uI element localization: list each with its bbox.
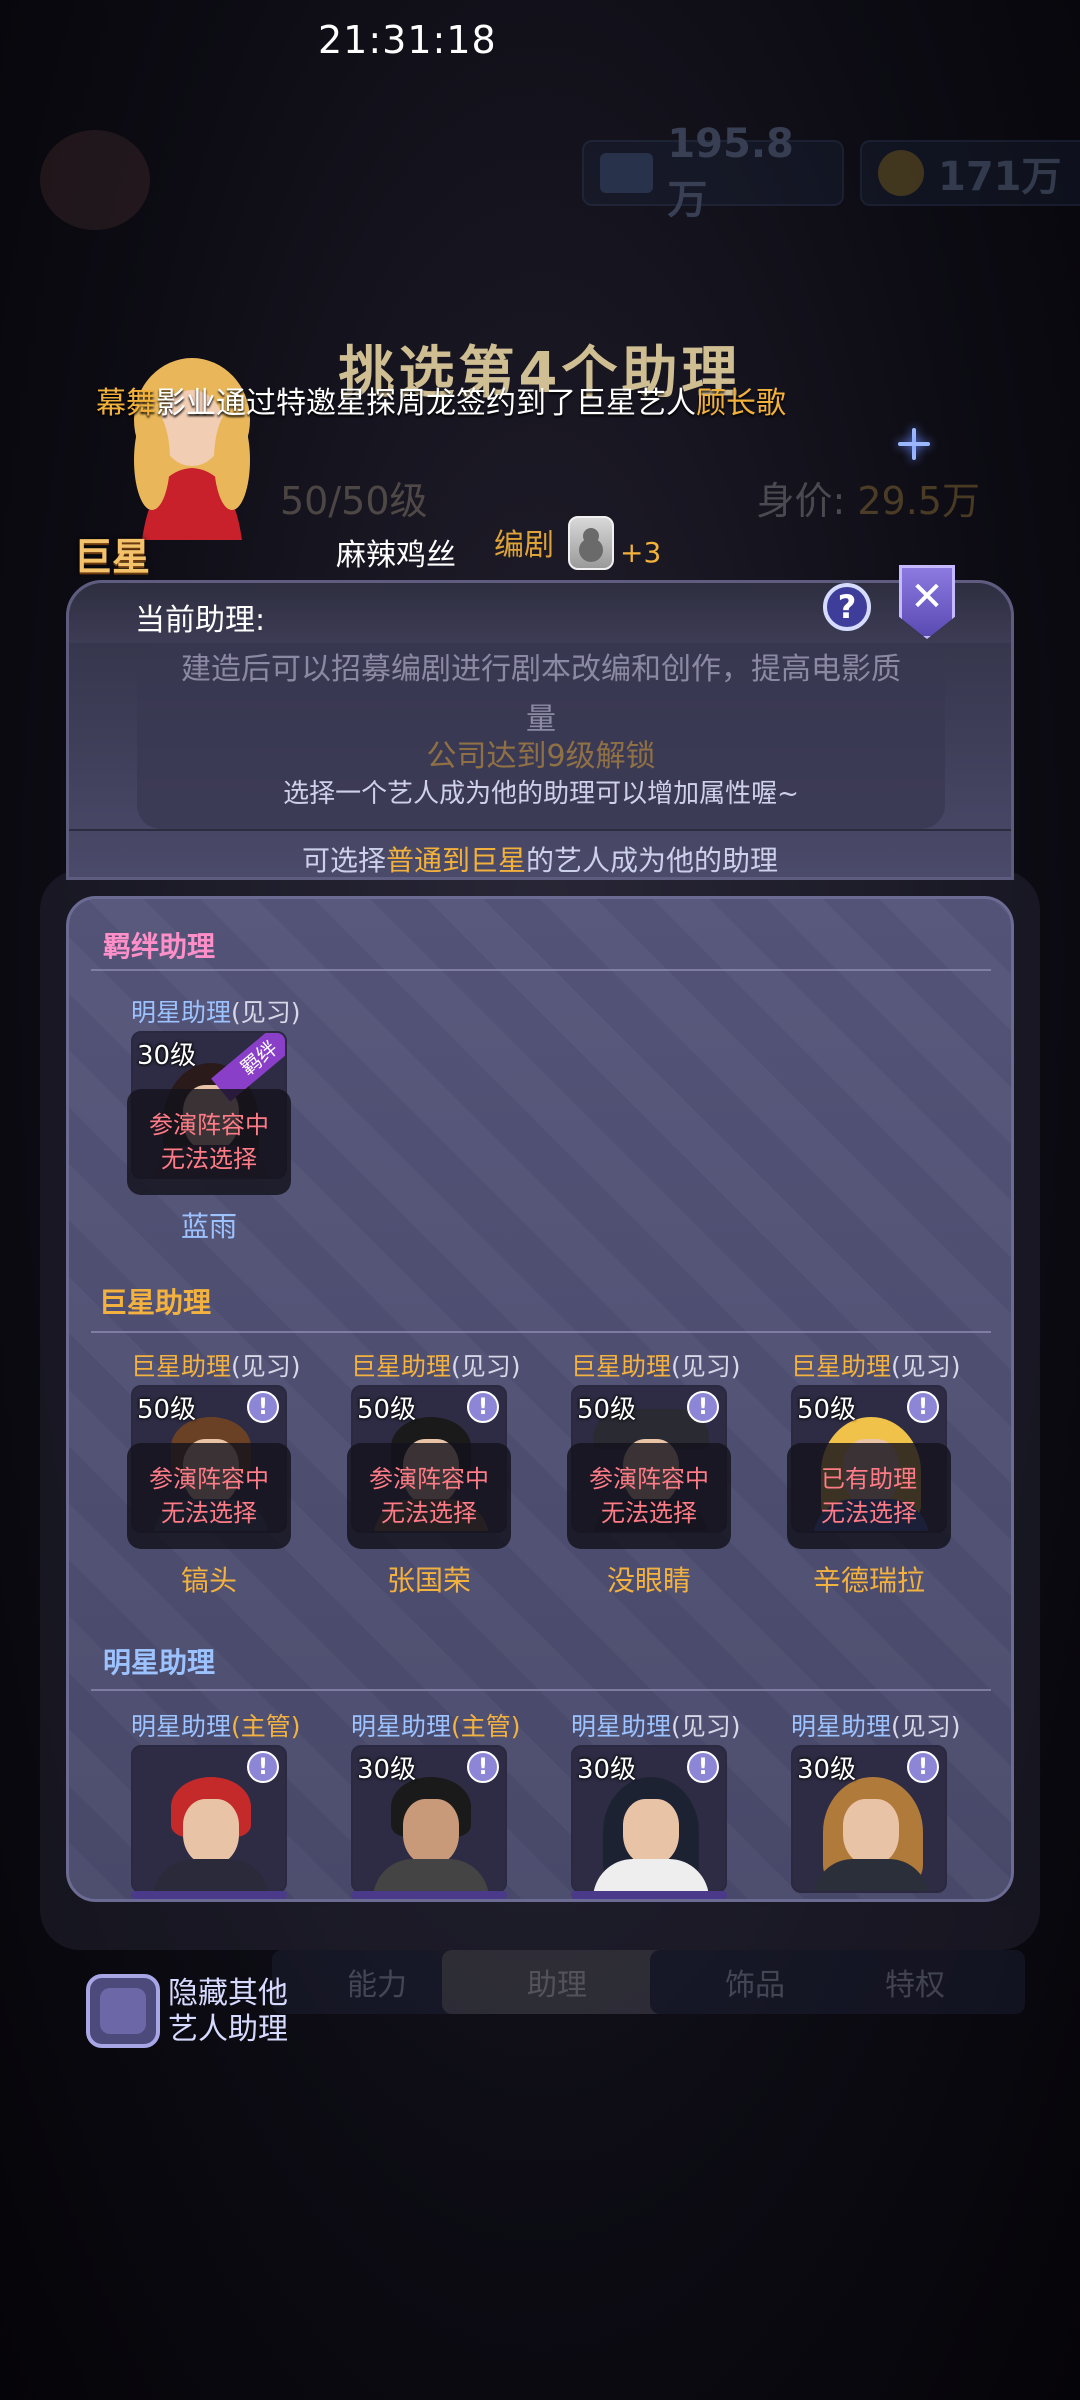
unlock-requirement: 公司达到9级解锁 <box>426 739 656 774</box>
sparkle-icon <box>898 428 930 460</box>
artist-level: 50/50级 <box>280 479 428 523</box>
unavailable-overlay: 参演阵容中 无法选择 <box>347 1443 511 1549</box>
assistant-portrait: 30级 ! <box>351 1745 507 1893</box>
section-divider <box>91 969 991 971</box>
unavailable-overlay: 参演阵容中 无法选择 <box>567 1443 731 1549</box>
section-title-superstar: 巨星助理 <box>99 1286 212 1319</box>
info-icon[interactable]: ! <box>907 1751 939 1783</box>
assistant-card[interactable]: 明星助理(见习) 30级 ! <box>571 1707 741 1899</box>
locked-slot-box: 建造后可以招募编剧进行剧本改编和创作，提高电影质量 公司达到9级解锁 选择一个艺… <box>137 643 945 829</box>
assistant-name: 没眼睛 <box>606 1564 691 1597</box>
artist-price: 身价: 29.5万 <box>756 479 980 523</box>
artist-tier: 巨星 <box>74 535 151 579</box>
current-assistant-label: 当前助理: <box>135 603 266 638</box>
assistant-card[interactable]: 明星助理(主管) 30级 ! <box>351 1707 521 1899</box>
section-divider <box>91 1331 991 1333</box>
section-title-bond: 羁绊助理 <box>103 930 216 963</box>
assistant-card[interactable]: 明星助理(主管) ! <box>131 1707 301 1899</box>
cash-icon <box>600 153 654 193</box>
banner-message: 幕舞影业通过特邀星探周龙签约到了巨星艺人顾长歌 <box>96 386 786 421</box>
gold-currency: 171万 <box>860 140 1080 206</box>
gold-icon <box>878 150 924 196</box>
hide-others-checkbox[interactable] <box>86 1974 160 2048</box>
info-icon[interactable]: ! <box>467 1751 499 1783</box>
assistant-card[interactable]: 明星助理(见习) 30级 ! <box>791 1707 961 1899</box>
assistant-card[interactable]: 巨星助理(见习) 50级 ! 参演阵容中 无法选择 没眼睛 <box>567 1347 741 1607</box>
role-badge-icon <box>568 516 614 570</box>
popup-header: 当前助理: ? ✕ 建造后可以招募编剧进行剧本改编和创作，提高电影质量 公司达到… <box>66 565 1014 880</box>
assistant-card[interactable]: 巨星助理(见习) 50级 ! 参演阵容中 无法选择 张国荣 <box>347 1347 521 1607</box>
assistant-card[interactable]: 巨星助理(见习) 50级 ! 参演阵容中 无法选择 镐头 <box>127 1347 301 1607</box>
info-icon[interactable]: ! <box>907 1391 939 1423</box>
section-title-star: 明星助理 <box>103 1646 216 1679</box>
status-time: 21:31:18 <box>318 18 497 62</box>
unavailable-overlay: 参演阵容中 无法选择 <box>127 1089 291 1195</box>
assistant-name: 麻辣鸡丝 <box>336 538 456 573</box>
help-button[interactable]: ? <box>823 583 871 631</box>
game-screen: 195.8万 171万 50/50级 身价: 29.5万 能力 助理 饰品 特权… <box>0 0 1080 2400</box>
top-bar: 195.8万 171万 <box>30 121 1080 230</box>
assistant-portrait: 30级 ! <box>791 1745 947 1893</box>
assistant-card[interactable]: 明星助理(见习) 30级 羁绊 参演阵容中 无法选择 蓝雨 <box>127 993 301 1253</box>
cash-currency: 195.8万 <box>582 121 844 223</box>
assistant-name: 镐头 <box>180 1564 237 1597</box>
section-divider <box>91 1689 991 1691</box>
info-icon[interactable]: ! <box>247 1391 279 1423</box>
range-hint: 可选择普通到巨星的艺人成为他的助理 <box>301 844 779 877</box>
info-icon[interactable]: ! <box>687 1751 719 1783</box>
assistant-list[interactable]: 羁绊助理 明星助理(见习) 30级 羁绊 参演阵容中 无法选择 蓝雨 巨星助理 … <box>66 896 1014 1902</box>
header-divider <box>69 829 1011 831</box>
assistant-name: 张国荣 <box>386 1564 471 1597</box>
role-bonus: +3 <box>620 536 662 569</box>
close-button[interactable]: ✕ <box>899 565 955 639</box>
assistant-role: 编剧 <box>494 528 554 563</box>
info-icon[interactable]: ! <box>247 1751 279 1783</box>
tab-privilege: 特权 <box>805 1950 1025 2014</box>
select-assistant-popup: 当前助理: ? ✕ 建造后可以招募编剧进行剧本改编和创作，提高电影质量 公司达到… <box>66 565 1014 1902</box>
assistant-portrait: ! <box>131 1745 287 1893</box>
assistant-portrait: 30级 ! <box>571 1745 727 1893</box>
assistant-name: 蓝雨 <box>180 1210 237 1243</box>
info-icon[interactable]: ! <box>467 1391 499 1423</box>
tab-assistant: 助理 <box>442 1950 672 2014</box>
hide-others-label[interactable]: 隐藏其他 艺人助理 <box>168 1976 288 2048</box>
select-hint: 选择一个艺人成为他的助理可以增加属性喔~ <box>283 779 799 809</box>
info-icon[interactable]: ! <box>687 1391 719 1423</box>
assistant-name: 辛德瑞拉 <box>812 1564 925 1597</box>
player-avatar <box>40 130 150 230</box>
assistant-card[interactable]: 巨星助理(见习) 50级 ! 已有助理 无法选择 辛德瑞拉 <box>787 1347 961 1607</box>
unavailable-overlay: 已有助理 无法选择 <box>787 1443 951 1549</box>
locked-description: 建造后可以招募编剧进行剧本改编和创作，提高电影质量 <box>181 652 901 737</box>
unavailable-overlay: 参演阵容中 无法选择 <box>127 1443 291 1549</box>
